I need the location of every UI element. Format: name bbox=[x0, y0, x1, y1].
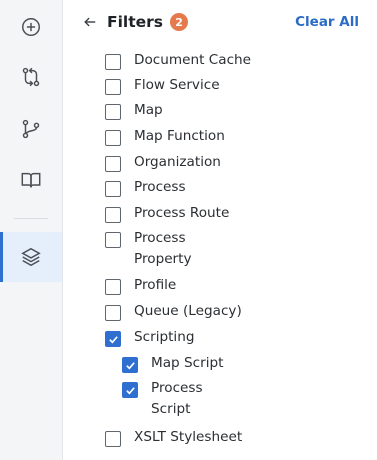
checkbox[interactable] bbox=[105, 130, 121, 146]
filter-count-badge: 2 bbox=[170, 13, 189, 31]
checkbox[interactable] bbox=[105, 431, 121, 447]
checkbox-checked[interactable] bbox=[122, 382, 138, 398]
filter-item[interactable]: Flow Service bbox=[105, 77, 220, 96]
filter-panel: Filters 2 Clear All Document Cache Flow S… bbox=[63, 0, 377, 460]
checkbox[interactable] bbox=[105, 232, 121, 248]
filter-item[interactable]: Queue (Legacy) bbox=[105, 303, 242, 322]
filter-label: Process Property bbox=[134, 230, 192, 267]
checkbox[interactable] bbox=[105, 207, 121, 223]
filter-label: Process Script bbox=[151, 380, 203, 417]
filter-label: Organization bbox=[134, 154, 221, 170]
add-button[interactable] bbox=[0, 2, 62, 52]
checkbox[interactable] bbox=[105, 181, 121, 197]
filter-item[interactable]: Organization bbox=[105, 154, 221, 173]
filter-label: Map Script bbox=[151, 355, 224, 371]
filter-label: XSLT Stylesheet bbox=[134, 429, 243, 445]
checkbox-checked[interactable] bbox=[105, 331, 121, 347]
checkbox[interactable] bbox=[105, 156, 121, 172]
filter-item[interactable]: Profile bbox=[105, 277, 177, 296]
page-title: Filters bbox=[107, 13, 164, 31]
filter-label: Process bbox=[134, 179, 186, 195]
filter-label: Scripting bbox=[134, 329, 195, 345]
checkbox[interactable] bbox=[105, 305, 121, 321]
filter-label: Queue (Legacy) bbox=[134, 303, 242, 319]
filter-item[interactable]: Process Property bbox=[105, 230, 204, 270]
filter-label: Process Route bbox=[134, 205, 230, 221]
filter-label: Document Cache bbox=[134, 52, 252, 68]
checkbox[interactable] bbox=[105, 279, 121, 295]
checkbox-checked[interactable] bbox=[122, 357, 138, 373]
filter-item[interactable]: Scripting bbox=[105, 329, 195, 348]
rail-divider bbox=[14, 218, 48, 219]
filter-child-item[interactable]: Process Script bbox=[122, 380, 221, 420]
layers-icon bbox=[21, 247, 41, 267]
filter-item[interactable]: Map Function bbox=[105, 128, 225, 147]
layers-button[interactable] bbox=[0, 232, 62, 282]
filter-label: Flow Service bbox=[134, 77, 220, 93]
filter-item[interactable]: Process bbox=[105, 179, 186, 198]
filter-item[interactable]: Map bbox=[105, 102, 163, 121]
icon-rail bbox=[0, 0, 63, 460]
branch-button[interactable] bbox=[0, 104, 62, 154]
book-button[interactable] bbox=[0, 155, 62, 205]
compare-button[interactable] bbox=[0, 52, 62, 102]
add-icon bbox=[22, 18, 40, 36]
back-arrow-icon[interactable] bbox=[83, 14, 99, 30]
clear-all-link[interactable]: Clear All bbox=[295, 14, 359, 30]
filter-label: Profile bbox=[134, 277, 177, 293]
filter-label: Map bbox=[134, 102, 163, 118]
compare-icon bbox=[22, 67, 40, 87]
filter-header: Filters 2 Clear All bbox=[83, 10, 359, 34]
checkbox[interactable] bbox=[105, 104, 121, 120]
filter-item[interactable]: Document Cache bbox=[105, 52, 252, 71]
filter-child-item[interactable]: Map Script bbox=[122, 355, 224, 374]
book-icon bbox=[21, 172, 41, 188]
branch-icon bbox=[22, 119, 40, 139]
filter-label: Map Function bbox=[134, 128, 225, 144]
filter-item[interactable]: XSLT Stylesheet bbox=[105, 429, 243, 448]
checkbox[interactable] bbox=[105, 79, 121, 95]
checkbox[interactable] bbox=[105, 54, 121, 70]
filter-item[interactable]: Process Route bbox=[105, 205, 230, 224]
